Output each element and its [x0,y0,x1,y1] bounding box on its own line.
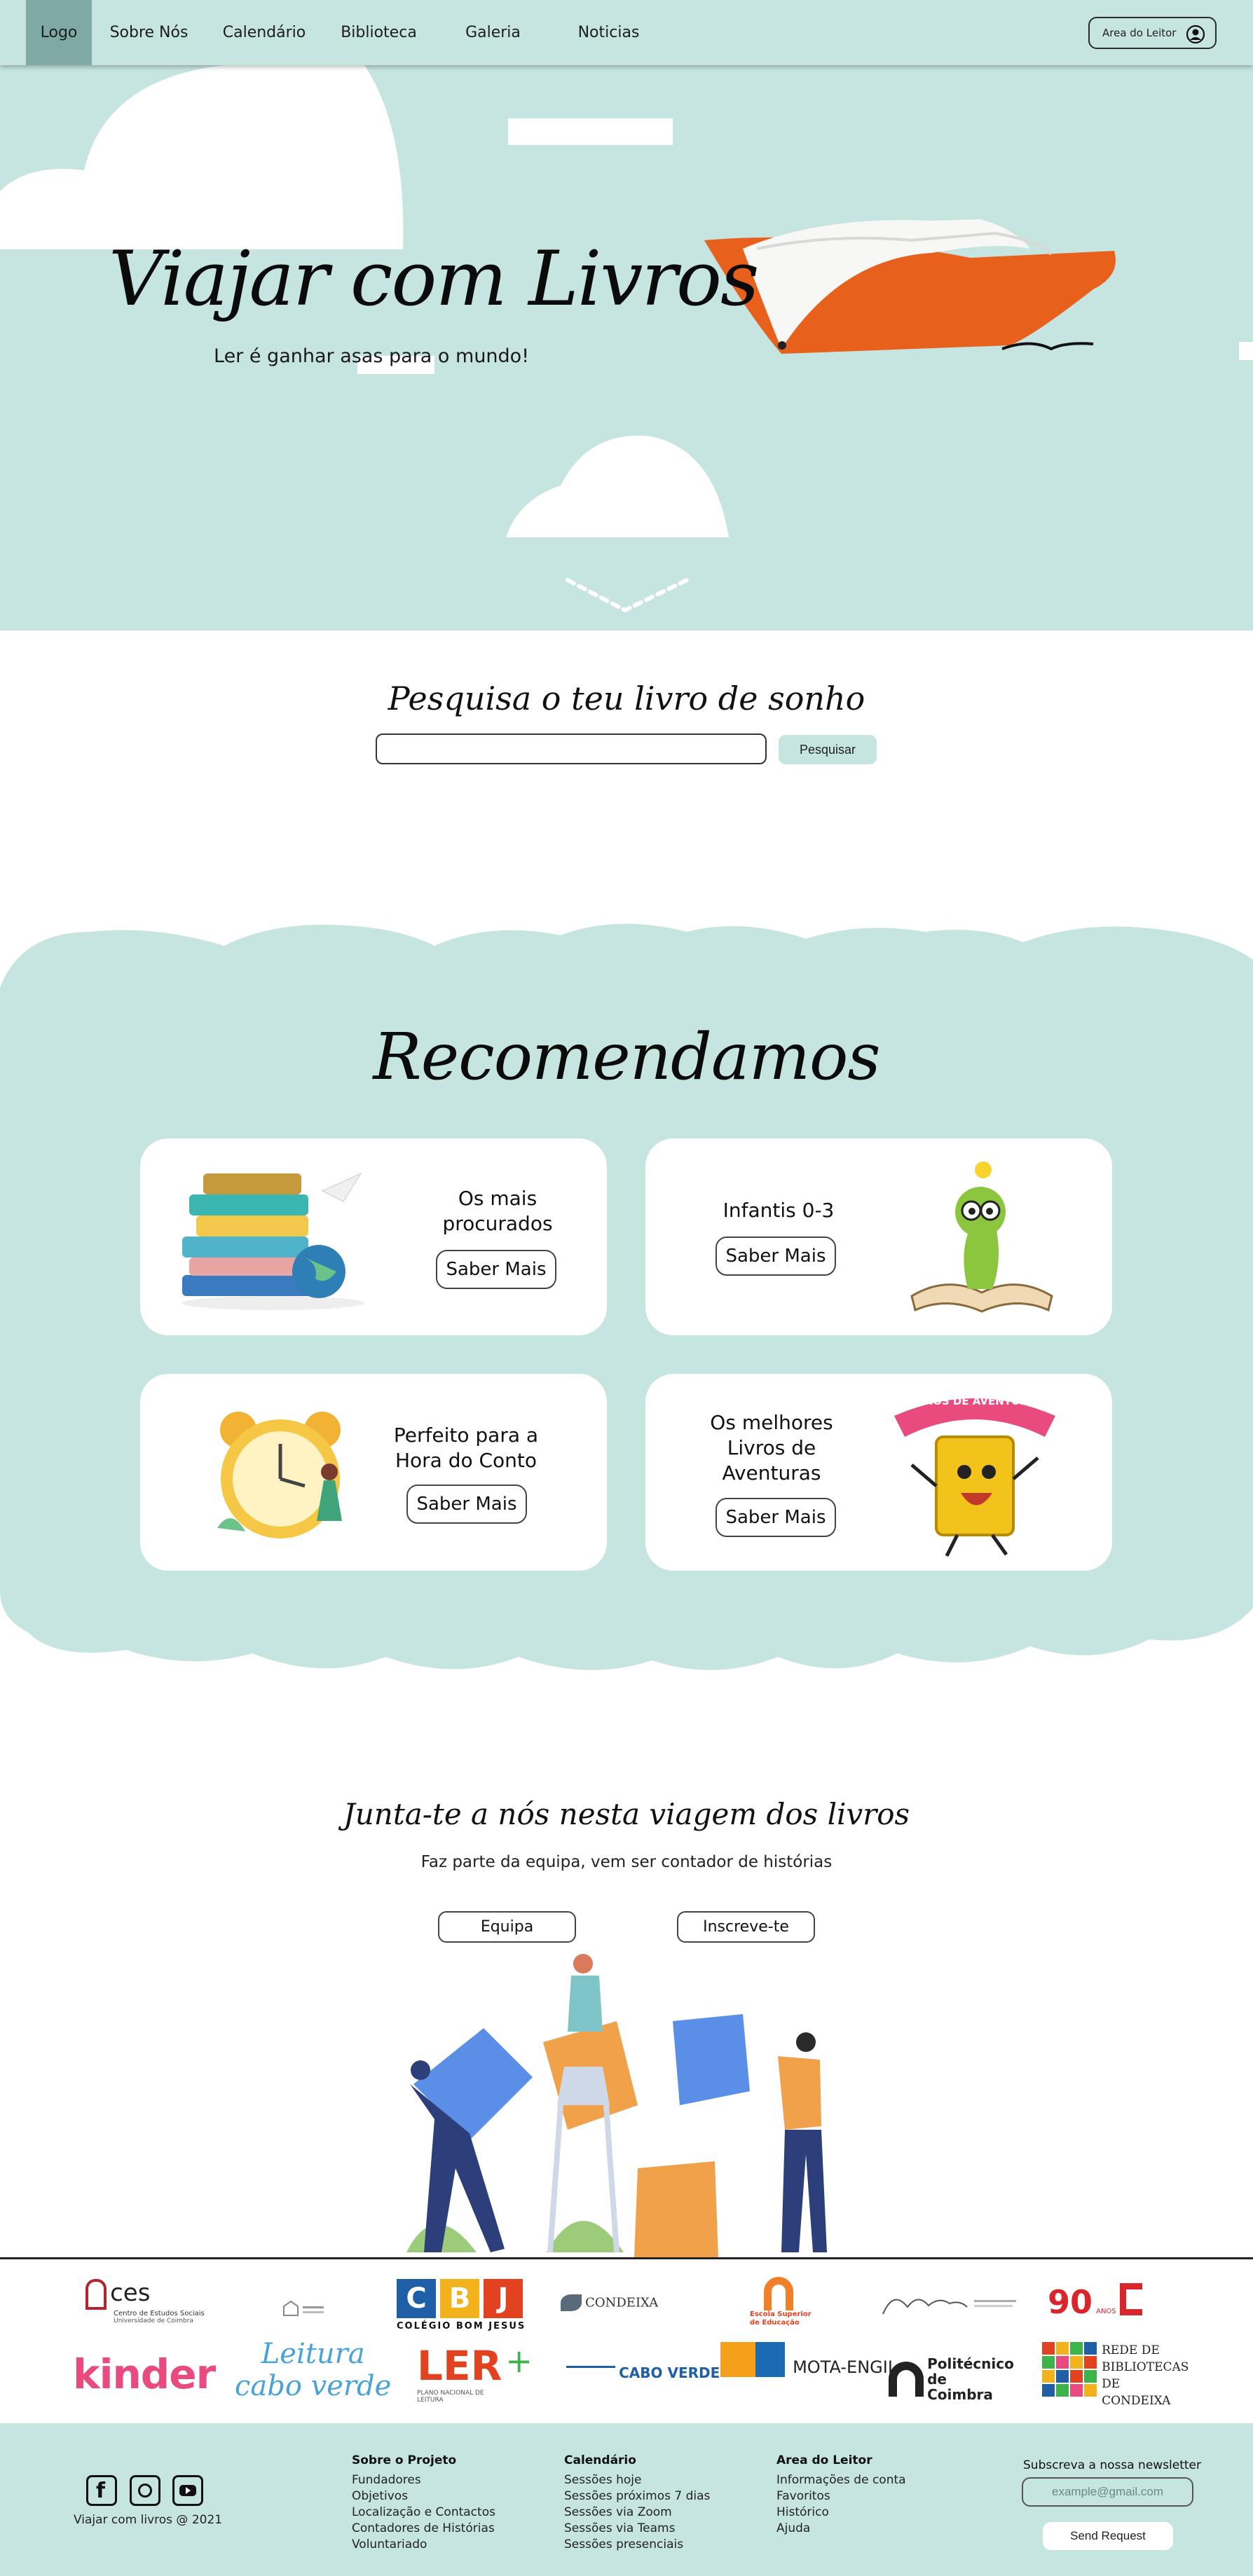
camoes-c-icon [1119,2283,1142,2315]
footer-link[interactable]: Favoritos [776,2488,906,2505]
unesco-logo-icon [283,2300,324,2316]
nav-item-calendario[interactable]: Calendário [217,0,311,65]
scroll-down-icon [566,578,689,613]
recommend-card: Os melhores Livros de Aventuras Saber Ma… [645,1374,1112,1571]
card-text: Os melhores Livros de Aventuras [710,1411,833,1485]
condeixa-mark-icon [561,2294,582,2311]
ese-arch-icon [764,2277,793,2310]
saber-mais-button[interactable]: Saber Mais [406,1485,527,1524]
footer-col-title: Calendário [564,2453,636,2467]
hero-section: Viajar com Livros Ler é ganhar asas para… [0,65,1253,631]
mota-engil-mark-icon [720,2342,755,2377]
partners-strip: ces Centro de Estudos Sociais Universida… [0,2257,1253,2423]
footer: f Viajar com livros @ 2021 Sobre o Proje… [0,2423,1253,2576]
plus-icon: + [505,2342,533,2380]
partner-logo-leitura-cabo-verde: Leitura cabo verde [235,2338,392,2402]
footer-link[interactable]: Sessões via Teams [564,2521,710,2537]
card-text: Perfeito para a Hora do Conto [393,1424,539,1472]
user-circle-icon [1186,25,1205,44]
partner-logo-politecnico: Politécnico de Coimbra [889,2356,1014,2402]
footer-link[interactable]: Sessões hoje [564,2472,710,2488]
adventure-book-icon [894,1398,1055,1557]
partner-logo-rede-bibliotecas: REDE DE BIBLIOTECAS DE CONDEIXA [1042,2342,1189,2409]
partner-logo-90-anos: 90 ANOS [1048,2283,1142,2321]
ces-mark-icon [85,2279,107,2310]
newsletter-send-button[interactable]: Send Request [1043,2522,1173,2550]
hero-subtitle: Ler é ganhar asas para o mundo! [214,345,530,367]
recommend-card: Infantis 0-3 Saber Mais [645,1138,1112,1335]
footer-link[interactable]: Localização e Contactos [352,2505,495,2521]
nav-logo[interactable]: Logo [26,0,92,65]
facebook-icon[interactable]: f [86,2475,117,2506]
instagram-icon[interactable] [130,2475,160,2506]
footer-link[interactable]: Informações de conta [776,2472,906,2488]
cloud-shape [508,118,673,145]
newsletter-email-input[interactable] [1022,2477,1193,2507]
footer-link[interactable]: Objetivos [352,2488,495,2505]
hero-title: Viajar com Livros [109,235,759,323]
footer-link[interactable]: Histórico [776,2505,906,2521]
cloud-shape [0,65,404,249]
reader-area-button[interactable]: Area do Leitor [1088,17,1217,49]
recommend-card: Perfeito para a Hora do Conto Saber Mais [140,1374,607,1571]
cloud-shape [506,435,729,537]
saber-mais-button[interactable]: Saber Mais [715,1237,836,1276]
partner-logo-cabo-verde-educacao: CABO VERDE [566,2364,720,2381]
nav-item-biblioteca[interactable]: Biblioteca [335,0,423,65]
equipa-button[interactable]: Equipa [438,1911,576,1943]
footer-link[interactable]: Fundadores [352,2472,495,2488]
navbar: Logo Sobre Nós Calendário Biblioteca Gal… [0,0,1253,65]
bookworm-icon [910,1162,1053,1313]
book-stack-globe-icon [182,1172,364,1310]
partner-logo-condeixa: CONDEIXA [561,2294,658,2311]
partner-logo-cbj: CBJ COLÉGIO BOM JESUS [397,2279,526,2332]
join-subtitle: Faz parte da equipa, vem ser contador de… [420,1853,833,1871]
footer-col-list: Fundadores Objetivos Localização e Conta… [352,2472,495,2553]
nav-item-galeria[interactable]: Galeria [456,0,530,65]
reader-area-label: Area do Leitor [1102,27,1177,39]
partner-logo-kinder: kinder [73,2350,216,2398]
newsletter-title: Subscreva a nossa newsletter [1023,2458,1202,2472]
open-book-icon [704,219,1116,354]
partner-logo-ler: LER + PLANO NACIONAL DE LEITURA [417,2342,533,2404]
footer-link[interactable]: Ajuda [776,2521,906,2537]
hero-illustration [0,65,1253,613]
recommend-title: Recomendamos [373,1019,880,1094]
footer-col-list: Informações de conta Favoritos Histórico… [776,2472,906,2537]
youtube-icon[interactable] [172,2475,203,2506]
politecnico-arch-icon [889,2362,924,2397]
footer-link[interactable]: Voluntariado [352,2537,495,2553]
puzzle-team-illustration [406,1954,827,2257]
copyright: Viajar com livros @ 2021 [74,2513,223,2527]
cloud-shape [1239,342,1253,360]
footer-link[interactable]: Sessões via Zoom [564,2505,710,2521]
recommend-card: Os mais procurados Saber Mais [140,1138,607,1335]
nav-item-noticias[interactable]: Noticias [571,0,646,65]
footer-col-list: Sessões hoje Sessões próximos 7 dias Ses… [564,2472,710,2553]
search-button[interactable]: Pesquisar [779,735,877,764]
alarm-clock-icon [217,1412,342,1538]
footer-link[interactable]: Sessões presenciais [564,2537,710,2553]
partner-logo-ese: Escola Superior de Educação [750,2277,813,2327]
saber-mais-button[interactable]: Saber Mais [715,1498,836,1537]
footer-col-title: Area do Leitor [776,2453,872,2467]
mosaic-grid-icon [1042,2342,1097,2397]
inscreve-te-button[interactable]: Inscreve-te [677,1911,815,1943]
search-title: Pesquisa o teu livro de sonho [388,680,865,717]
card-text: Infantis 0-3 [723,1199,835,1222]
signature-logo-icon [882,2299,1016,2315]
partner-logo-mota-engil: MOTA-ENGIL [720,2342,897,2377]
footer-link[interactable]: Sessões próximos 7 dias [564,2488,710,2505]
adventure-banner-text: LIVROS DE AVENTURAS [905,1395,1044,1407]
partner-logo-ces: ces Centro de Estudos Sociais Universida… [85,2279,205,2324]
search-input[interactable] [376,733,767,764]
saber-mais-button[interactable]: Saber Mais [436,1250,556,1289]
footer-link[interactable]: Contadores de Histórias [352,2521,495,2537]
footer-col-title: Sobre o Projeto [352,2453,457,2467]
join-title: Junta-te a nós nesta viagem dos livros [343,1797,910,1831]
ministry-mark-icon [566,2366,615,2380]
card-text: Os mais procurados [442,1187,553,1235]
nav-item-sobre-nos[interactable]: Sobre Nós [105,0,193,65]
